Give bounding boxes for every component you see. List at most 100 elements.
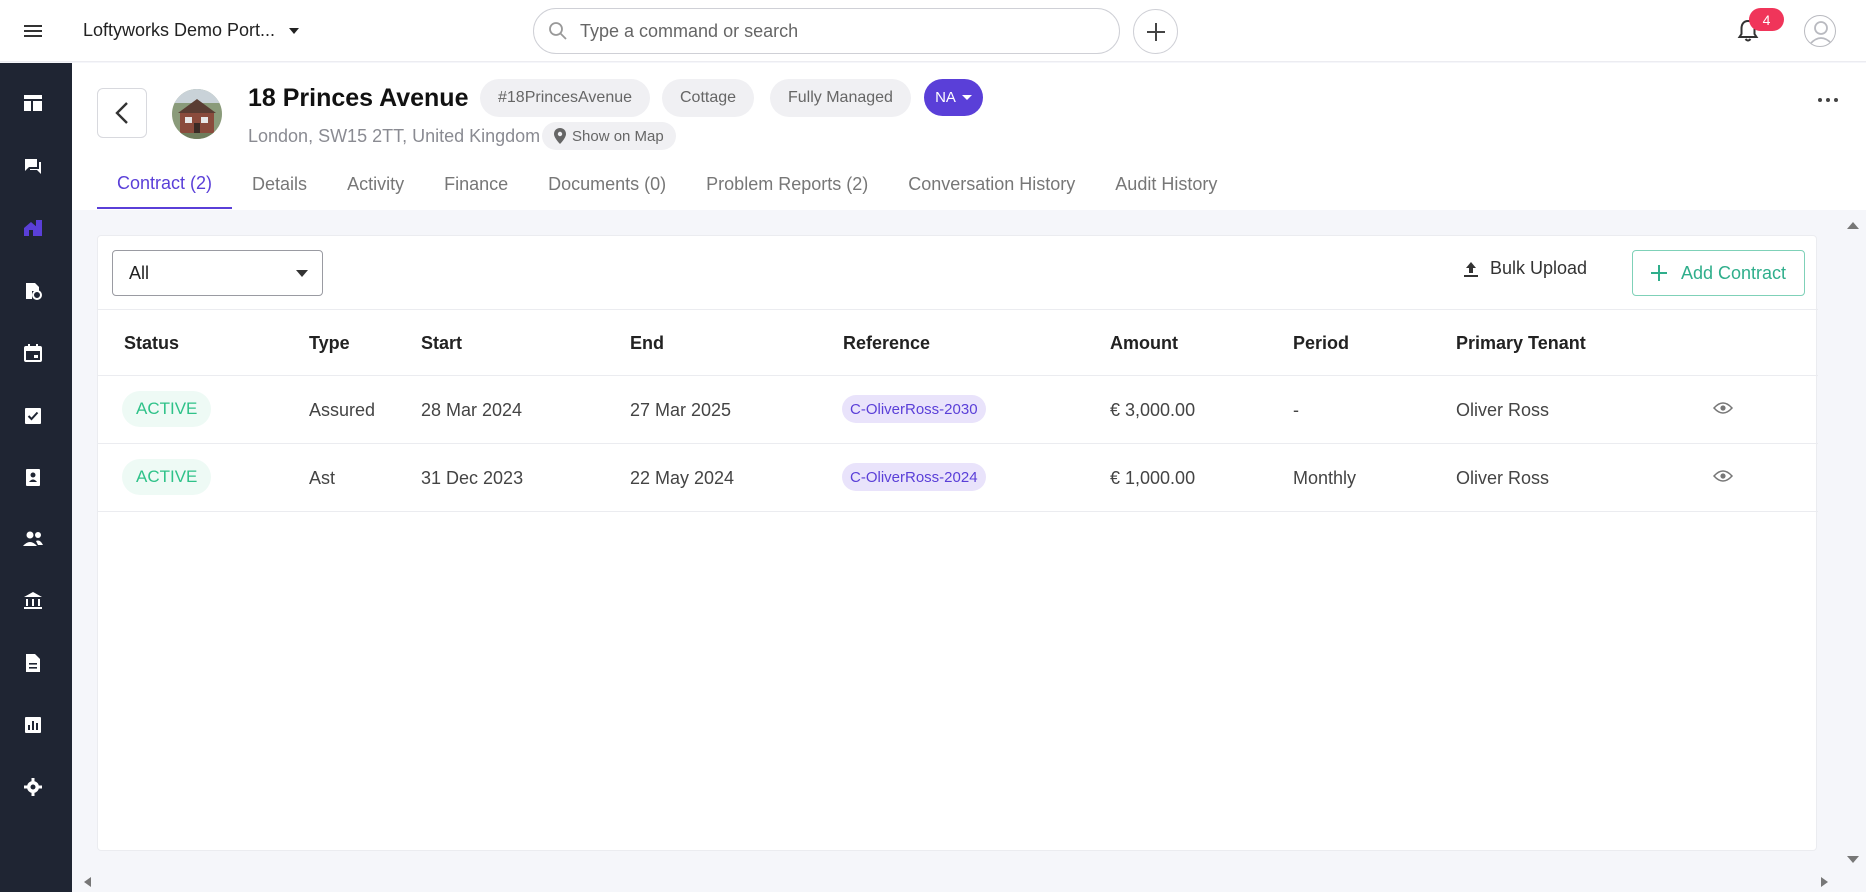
property-tabs: Contract (2) Details Activity Finance Do… (97, 159, 1237, 209)
sidebar-item-contacts[interactable] (20, 464, 46, 490)
plus-icon (1146, 22, 1165, 41)
contract-amount: € 3,000.00 (1110, 400, 1196, 420)
show-on-map-button[interactable]: Show on Map (542, 122, 676, 150)
bulk-upload-label: Bulk Upload (1490, 258, 1588, 278)
messages-icon (25, 159, 41, 174)
property-thumbnail (172, 89, 222, 139)
contract-primary-tenant: Oliver Ross (1456, 468, 1550, 488)
command-search[interactable] (533, 8, 1120, 54)
properties-icon (24, 220, 42, 236)
contract-reference[interactable]: C-OliverRoss-2030 (842, 395, 986, 423)
chevron-left-icon (115, 102, 128, 124)
status-badge: ACTIVE (122, 459, 212, 495)
horizontal-scrollbar[interactable] (72, 872, 1840, 892)
sidebar-item-settings[interactable] (20, 774, 46, 800)
column-header-reference[interactable]: Reference (843, 333, 930, 354)
tasks-icon (25, 408, 41, 424)
contract-start: 31 Dec 2023 (421, 468, 524, 488)
more-options-icon[interactable] (1816, 95, 1840, 105)
sidebar-item-tasks[interactable] (20, 402, 46, 428)
contract-end: 27 Mar 2025 (630, 400, 732, 420)
add-contract-button[interactable]: Add Contract (1632, 250, 1805, 296)
property-tag-type[interactable]: Cottage (662, 79, 755, 117)
column-header-period[interactable]: Period (1293, 333, 1349, 354)
sidebar-item-properties[interactable] (20, 215, 46, 241)
contract-period: Monthly (1293, 468, 1357, 488)
people-icon (23, 531, 43, 546)
tab-problem-reports[interactable]: Problem Reports (2) (686, 159, 888, 209)
sidebar-item-calendar[interactable] (20, 340, 46, 366)
notification-badge: 4 (1749, 8, 1784, 31)
search-input[interactable] (580, 20, 1080, 42)
quick-add-button[interactable] (1133, 9, 1178, 54)
tab-documents[interactable]: Documents (0) (528, 159, 686, 209)
owner-initials-button[interactable]: NA (924, 79, 983, 116)
contract-type: Assured (309, 400, 376, 420)
column-header-end[interactable]: End (630, 333, 664, 354)
property-tag-reference[interactable]: #18PrincesAvenue (480, 79, 651, 117)
column-header-primary-tenant[interactable]: Primary Tenant (1456, 333, 1586, 354)
vertical-scrollbar[interactable] (1840, 210, 1866, 892)
sidebar-item-people[interactable] (20, 526, 46, 552)
chevron-down-icon (296, 270, 308, 277)
documents-icon (26, 654, 40, 672)
hamburger-menu-icon[interactable] (22, 20, 44, 42)
contract-type: Ast (309, 468, 336, 488)
property-address: London, SW15 2TT, United Kingdom (248, 126, 541, 146)
column-header-amount[interactable]: Amount (1110, 333, 1178, 354)
contract-reference[interactable]: C-OliverRoss-2024 (842, 463, 986, 491)
tab-details[interactable]: Details (232, 159, 327, 209)
calendar-icon (24, 344, 42, 362)
tenancies-icon (26, 283, 42, 300)
user-avatar[interactable] (1804, 15, 1836, 47)
contracts-panel: All Bulk Upload Add Contract Status Type… (97, 235, 1818, 851)
contacts-icon (26, 469, 40, 486)
add-contract-label: Add Contract (1680, 262, 1787, 283)
sidebar-item-dashboard[interactable] (20, 90, 46, 116)
sidebar (0, 63, 72, 892)
map-pin-icon (554, 128, 566, 144)
chevron-down-icon (961, 95, 972, 100)
contract-primary-tenant: Oliver Ross (1456, 400, 1550, 420)
tab-activity[interactable]: Activity (327, 159, 424, 209)
eye-icon[interactable] (1713, 401, 1733, 415)
sidebar-item-bank[interactable] (20, 588, 46, 614)
house-photo-icon (172, 89, 222, 139)
status-badge: ACTIVE (122, 391, 212, 427)
search-icon (549, 22, 567, 40)
contract-end: 22 May 2024 (630, 468, 735, 488)
tab-audit-history[interactable]: Audit History (1095, 159, 1237, 209)
sidebar-item-reports[interactable] (20, 712, 46, 738)
sidebar-item-messages[interactable] (20, 153, 46, 179)
tab-contract[interactable]: Contract (2) (97, 159, 233, 209)
bulk-upload-button[interactable]: Bulk Upload (1462, 258, 1587, 279)
show-on-map-label: Show on Map (572, 127, 664, 145)
upload-icon (1464, 261, 1478, 277)
owner-initials: NA (935, 89, 956, 106)
table-header: Status Type Start End Reference Amount P… (98, 309, 1818, 376)
gear-icon (24, 778, 42, 796)
column-header-start[interactable]: Start (421, 333, 462, 354)
table-row[interactable]: ACTIVE Ast 31 Dec 2023 22 May 2024 C-Oli… (98, 444, 1818, 512)
tab-finance[interactable]: Finance (424, 159, 528, 209)
contract-filter-select[interactable]: All (112, 250, 323, 296)
top-bar: Loftyworks Demo Port... 4 (0, 0, 1866, 62)
contract-amount: € 1,000.00 (1110, 468, 1196, 488)
back-button[interactable] (97, 88, 147, 138)
eye-icon[interactable] (1713, 469, 1733, 483)
user-icon (1809, 21, 1833, 45)
plus-icon (1650, 265, 1667, 281)
tab-conversation-history[interactable]: Conversation History (888, 159, 1095, 209)
contract-period: - (1293, 400, 1299, 420)
portfolio-switcher[interactable]: Loftyworks Demo Port... (83, 20, 300, 41)
property-title: 18 Princes Avenue (248, 84, 469, 112)
sidebar-item-tenancies[interactable] (20, 278, 46, 304)
dashboard-icon (24, 95, 42, 111)
property-tag-management[interactable]: Fully Managed (770, 79, 911, 117)
sidebar-item-documents[interactable] (20, 650, 46, 676)
column-header-status[interactable]: Status (124, 333, 179, 354)
portfolio-name: Loftyworks Demo Port... (83, 20, 276, 40)
column-header-type[interactable]: Type (309, 333, 350, 354)
table-row[interactable]: ACTIVE Assured 28 Mar 2024 27 Mar 2025 C… (98, 376, 1818, 444)
bank-icon (24, 592, 42, 609)
